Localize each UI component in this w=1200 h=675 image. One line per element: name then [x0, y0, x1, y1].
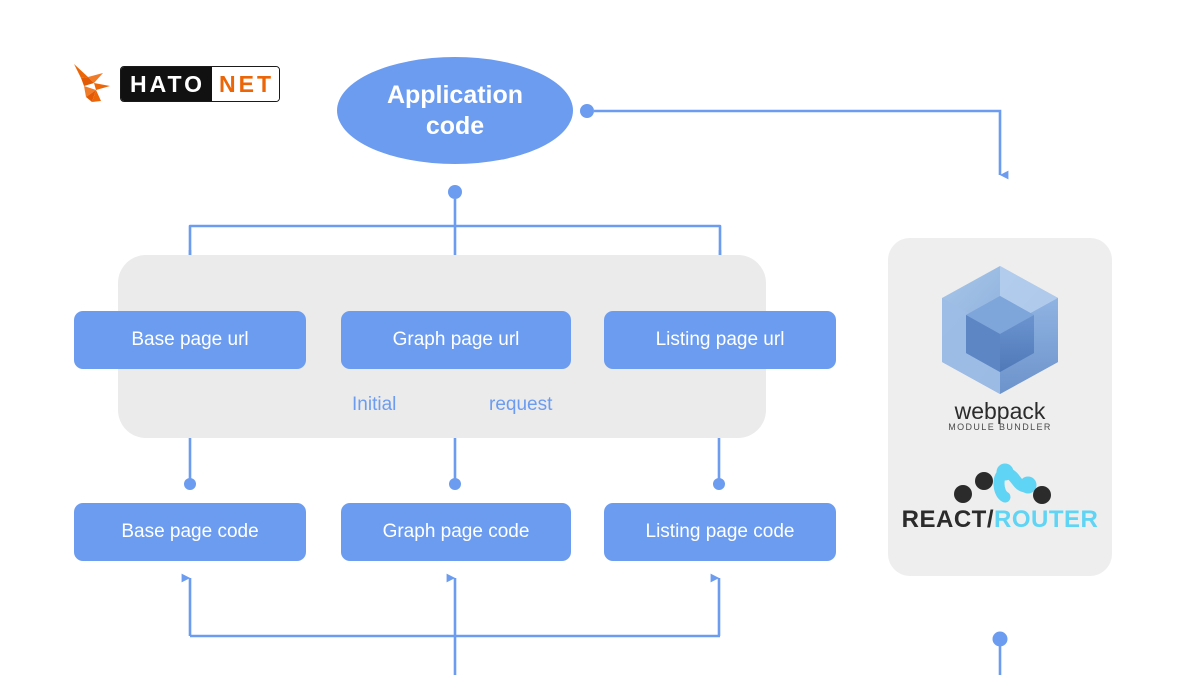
node-listing-page-url[interactable]: Listing page url [604, 311, 836, 369]
react-router-word-dark: REACT/ [901, 506, 994, 533]
node-application-code-line2: code [425, 111, 485, 140]
react-router-wordmark: REACT/ROUTER [888, 508, 1112, 532]
bird-icon [74, 64, 110, 102]
node-application-code-line1: Application [386, 81, 524, 109]
connector-appcode-to-tools [580, 104, 1009, 180]
connector-tools-downstream [992, 631, 1008, 675]
node-graph-page-url[interactable]: Graph page url [341, 311, 571, 369]
diagram-canvas: HATO NET Application code Base page url … [0, 0, 1200, 675]
logo-wordmark: HATO NET [120, 66, 280, 102]
logo-word-secondary: NET [212, 67, 279, 101]
webpack-name: webpack [954, 398, 1046, 424]
react-router-word-cyan: ROUTER [994, 506, 1099, 533]
node-application-code[interactable]: Application code [337, 57, 573, 164]
hatonet-logo: HATO NET [70, 58, 280, 110]
label-request: request [489, 394, 553, 415]
react-router-icon [954, 463, 1051, 504]
label-initial: Initial [352, 394, 397, 415]
webpack-icon [942, 266, 1058, 394]
connector-bottom-bus [181, 573, 721, 675]
node-base-page-code[interactable]: Base page code [74, 503, 306, 561]
node-listing-page-code[interactable]: Listing page code [604, 503, 836, 561]
node-base-page-url[interactable]: Base page url [74, 311, 306, 369]
logo-word-primary: HATO [121, 67, 213, 101]
webpack-tagline: MODULE BUNDLER [948, 422, 1052, 432]
node-graph-page-code[interactable]: Graph page code [341, 503, 571, 561]
